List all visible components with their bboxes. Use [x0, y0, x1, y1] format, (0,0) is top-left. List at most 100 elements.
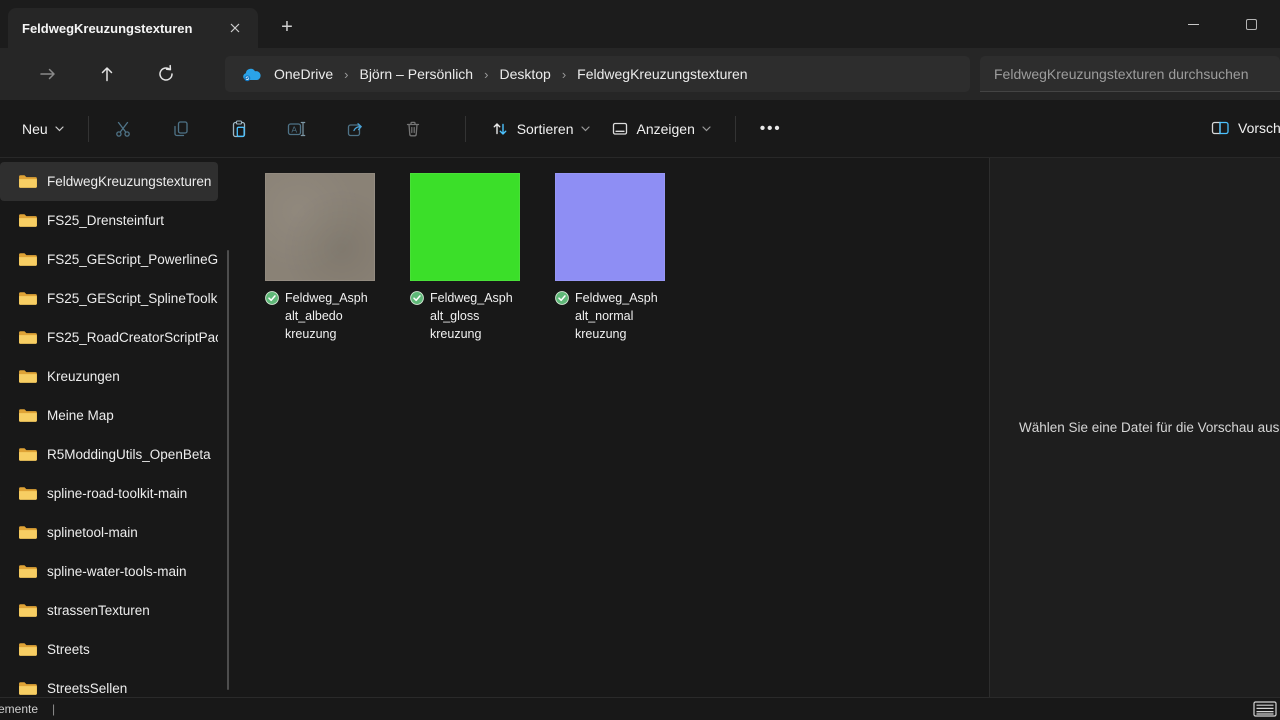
breadcrumb-separator: › [557, 67, 571, 82]
file-tile-gloss[interactable]: Feldweg_Asph alt_gloss kreuzung [410, 173, 520, 343]
sidebar-item-feldwegkreuzungstexturen[interactable]: › FeldwegKreuzungstexturen [0, 162, 218, 201]
minimize-button[interactable] [1164, 0, 1222, 48]
sidebar-item-streets[interactable]: › Streets [0, 630, 218, 669]
tab-close-button[interactable] [222, 15, 248, 41]
svg-text:A: A [292, 124, 298, 134]
forward-arrow-icon [38, 64, 58, 84]
explorer-body: › FeldwegKreuzungstexturen › FS25_Drenst… [0, 158, 1280, 697]
view-button[interactable]: Anzeigen [600, 111, 721, 147]
list-view-icon [1253, 701, 1280, 717]
chevron-right-icon[interactable]: › [0, 252, 4, 268]
sidebar-item-r5moddingutils[interactable]: › R5ModdingUtils_OpenBeta [0, 435, 218, 474]
onedrive-synced-icon [555, 289, 573, 307]
folder-icon [18, 369, 37, 384]
paste-icon [229, 119, 249, 139]
chevron-right-icon[interactable]: › [0, 291, 4, 307]
sidebar-item-fs25-gescript-powerline[interactable]: › FS25_GEScript_PowerlineGe [0, 240, 218, 279]
preview-toggle-button[interactable]: Vorschau [1204, 111, 1280, 145]
sidebar-item-spline-water-tools[interactable]: › spline-water-tools-main [0, 552, 218, 591]
sidebar-item-meine-map[interactable]: › Meine Map [0, 396, 218, 435]
cut-button[interactable] [103, 111, 143, 147]
status-divider: | [52, 702, 55, 716]
new-tab-button[interactable]: + [272, 12, 302, 42]
tab-bar: FeldwegKreuzungstexturen + [0, 0, 1280, 48]
delete-button[interactable] [393, 111, 433, 147]
file-tile-normal[interactable]: Feldweg_Asph alt_normal kreuzung [555, 173, 665, 343]
sidebar-item-label: FS25_GEScript_SplineToolki [47, 291, 218, 306]
sort-button[interactable]: Sortieren [480, 111, 600, 147]
onedrive-synced-icon [265, 289, 283, 307]
chevron-right-icon[interactable]: › [0, 330, 4, 346]
up-button[interactable] [89, 56, 125, 92]
sidebar-item-streetssellen[interactable]: › StreetsSellen [0, 669, 218, 697]
details-view-toggle[interactable] [1253, 701, 1280, 720]
maximize-button[interactable] [1222, 0, 1280, 48]
folder-icon [18, 291, 37, 306]
sidebar-item-label: FS25_Drensteinfurt [47, 213, 164, 228]
command-toolbar: Neu [0, 100, 1280, 158]
chevron-right-icon[interactable]: › [0, 369, 4, 385]
file-name-line: alt_gloss [430, 307, 520, 325]
sidebar-item-label: StreetsSellen [47, 681, 127, 696]
file-thumbnail[interactable] [410, 173, 520, 281]
file-name-line: kreuzung [430, 325, 520, 343]
plus-icon: + [281, 16, 293, 39]
search-input[interactable] [980, 56, 1280, 92]
more-options-button[interactable]: ••• [750, 112, 792, 145]
chevron-right-icon[interactable]: › [0, 681, 4, 697]
sidebar-item-fs25-drensteinfurt[interactable]: › FS25_Drensteinfurt [0, 201, 218, 240]
refresh-button[interactable] [148, 56, 184, 92]
tab-active[interactable]: FeldwegKreuzungstexturen [8, 8, 258, 48]
breadcrumb-item-desktop[interactable]: Desktop [493, 62, 556, 86]
forward-button[interactable] [30, 56, 66, 92]
chevron-right-icon[interactable]: › [0, 642, 4, 658]
sidebar-item-label: Meine Map [47, 408, 114, 423]
copy-button[interactable] [161, 111, 201, 147]
onedrive-cloud-icon [241, 67, 262, 82]
file-label: Feldweg_Asph alt_albedo kreuzung [265, 289, 375, 343]
folder-icon [18, 486, 37, 501]
sidebar-item-strassentexturen[interactable]: › strassenTexturen [0, 591, 218, 630]
maximize-icon [1246, 19, 1257, 30]
sidebar-item-fs25-gescript-splinetoolkit[interactable]: › FS25_GEScript_SplineToolki [0, 279, 218, 318]
split-pane-icon [1210, 119, 1231, 137]
paste-button[interactable] [219, 111, 259, 147]
sidebar-item-fs25-roadcreatorscript[interactable]: › FS25_RoadCreatorScriptPac [0, 318, 218, 357]
copy-icon [171, 119, 191, 139]
sidebar-item-label: splinetool-main [47, 525, 138, 540]
new-button[interactable]: Neu [12, 113, 74, 145]
chevron-right-icon[interactable]: › [0, 174, 4, 190]
chevron-right-icon[interactable]: › [0, 564, 4, 580]
sidebar-item-spline-road-toolkit[interactable]: › spline-road-toolkit-main [0, 474, 218, 513]
sidebar-item-kreuzungen[interactable]: › Kreuzungen [0, 357, 218, 396]
sidebar-item-label: spline-water-tools-main [47, 564, 187, 579]
toolbar-divider [735, 116, 736, 142]
breadcrumb-item-current-folder[interactable]: FeldwegKreuzungstexturen [571, 62, 753, 86]
chevron-right-icon[interactable]: › [0, 486, 4, 502]
chevron-down-icon [581, 126, 590, 132]
more-dots-icon: ••• [760, 120, 782, 137]
chevron-right-icon[interactable]: › [0, 603, 4, 619]
file-name-line: kreuzung [285, 325, 375, 343]
share-button[interactable] [335, 111, 375, 147]
file-explorer-window: FeldwegKreuzungstexturen + [0, 0, 1280, 720]
sidebar-item-splinetool-main[interactable]: › splinetool-main [0, 513, 218, 552]
chevron-right-icon[interactable]: › [0, 525, 4, 541]
file-tile-albedo[interactable]: Feldweg_Asph alt_albedo kreuzung [265, 173, 375, 343]
folder-icon [18, 447, 37, 462]
breadcrumb-item-user[interactable]: Björn – Persönlich [353, 62, 479, 86]
file-thumbnail[interactable] [265, 173, 375, 281]
navigation-bar: OneDrive › Björn – Persönlich › Desktop … [0, 48, 1280, 100]
rename-button[interactable]: A [277, 111, 317, 147]
preview-pane: Wählen Sie eine Datei für die Vorschau a… [989, 158, 1280, 697]
chevron-right-icon[interactable]: › [0, 408, 4, 424]
chevron-right-icon[interactable]: › [0, 213, 4, 229]
breadcrumb-item-onedrive[interactable]: OneDrive [268, 62, 339, 86]
folder-icon [18, 252, 37, 267]
file-thumbnail[interactable] [555, 173, 665, 281]
chevron-right-icon[interactable]: › [0, 447, 4, 463]
preview-toggle-label: Vorschau [1238, 120, 1280, 136]
sidebar-scrollbar[interactable] [227, 250, 229, 690]
file-list-area: Feldweg_Asph alt_albedo kreuzung Feldweg… [238, 158, 988, 697]
sidebar-item-label: strassenTexturen [47, 603, 150, 618]
